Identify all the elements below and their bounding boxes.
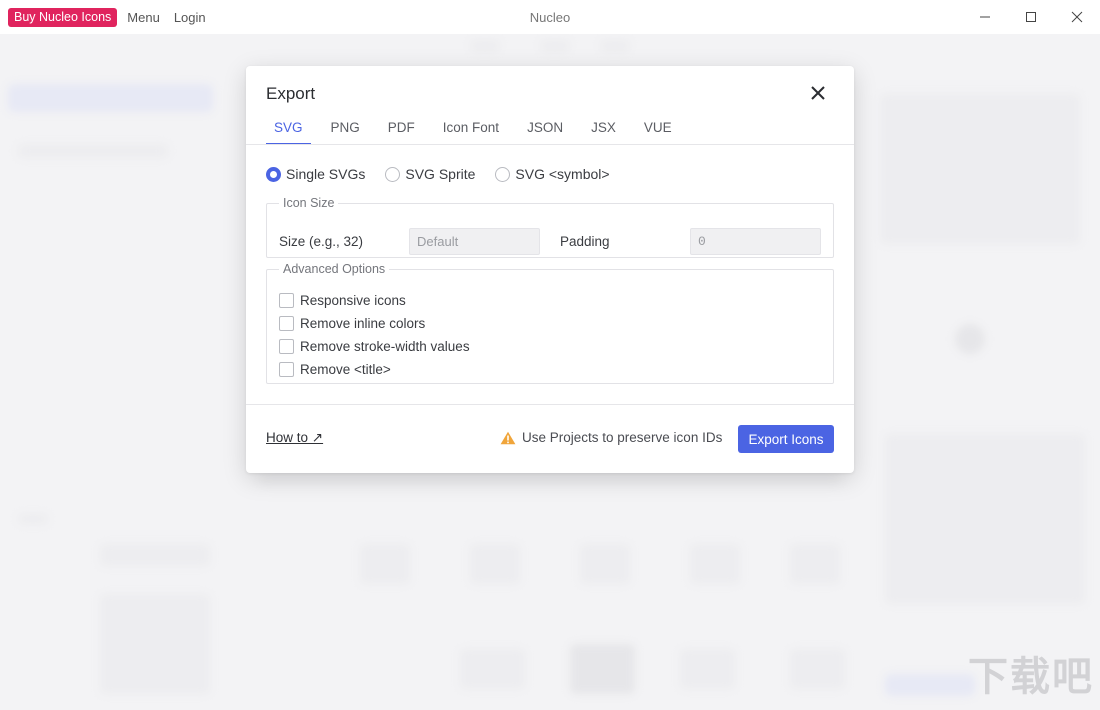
warning-icon bbox=[500, 431, 516, 444]
responsive-icons-label: Responsive icons bbox=[300, 293, 406, 308]
maximize-icon[interactable] bbox=[1008, 0, 1054, 34]
preserve-ids-hint: Use Projects to preserve icon IDs bbox=[500, 430, 722, 445]
tab-vue[interactable]: VUE bbox=[636, 118, 680, 145]
padding-label: Padding bbox=[560, 233, 610, 249]
padding-input[interactable] bbox=[690, 227, 821, 255]
remove-inline-colors-option[interactable]: Remove inline colors bbox=[279, 312, 470, 335]
minimize-icon[interactable] bbox=[962, 0, 1008, 34]
login-link[interactable]: Login bbox=[174, 10, 206, 25]
single-svgs-radio[interactable] bbox=[266, 166, 281, 182]
remove-inline-colors-checkbox[interactable] bbox=[279, 316, 294, 331]
remove-stroke-width-checkbox[interactable] bbox=[279, 339, 294, 354]
advanced-options-group: Advanced Options Responsive icons Remove… bbox=[266, 262, 834, 384]
title-bar: Buy Nucleo Icons Menu Login Nucleo bbox=[0, 0, 1100, 34]
close-dialog-icon[interactable] bbox=[808, 83, 828, 103]
svg-symbol-radio[interactable] bbox=[495, 166, 511, 182]
remove-stroke-width-label: Remove stroke-width values bbox=[300, 339, 470, 354]
single-svgs-label: Single SVGs bbox=[286, 166, 366, 182]
svg-sprite-label: SVG Sprite bbox=[405, 166, 476, 182]
dialog-title: Export bbox=[266, 84, 316, 103]
tab-json[interactable]: JSON bbox=[519, 118, 571, 145]
responsive-icons-option[interactable]: Responsive icons bbox=[279, 289, 470, 312]
export-dialog: Export SVG PNG PDF Icon Font JSON JSX VU… bbox=[246, 66, 854, 473]
format-tabs: SVG PNG PDF Icon Font JSON JSX VUE bbox=[266, 118, 692, 145]
icon-size-group: Icon Size Size (e.g., 32) Padding bbox=[266, 196, 834, 258]
remove-stroke-width-option[interactable]: Remove stroke-width values bbox=[279, 335, 470, 358]
buy-nucleo-button[interactable]: Buy Nucleo Icons bbox=[8, 7, 118, 27]
advanced-options-legend: Advanced Options bbox=[283, 262, 386, 276]
tab-pdf[interactable]: PDF bbox=[380, 118, 423, 145]
tab-svg[interactable]: SVG bbox=[266, 118, 311, 145]
svg-sprite-option[interactable]: SVG Sprite bbox=[385, 166, 475, 182]
footer-divider bbox=[246, 404, 854, 405]
remove-title-checkbox[interactable] bbox=[279, 362, 294, 377]
hint-text: Use Projects to preserve icon IDs bbox=[522, 430, 723, 445]
size-label: Size (e.g., 32) bbox=[279, 233, 364, 249]
close-icon[interactable] bbox=[1054, 0, 1100, 34]
tab-png[interactable]: PNG bbox=[323, 118, 368, 145]
remove-inline-colors-label: Remove inline colors bbox=[300, 316, 426, 331]
svg-format-options: Single SVGs SVG Sprite SVG <symbol> bbox=[266, 166, 630, 182]
single-svgs-option[interactable]: Single SVGs bbox=[266, 166, 365, 182]
responsive-icons-checkbox[interactable] bbox=[279, 293, 294, 308]
size-input[interactable] bbox=[409, 227, 540, 255]
svg-sprite-radio[interactable] bbox=[385, 166, 401, 182]
how-to-link[interactable]: How to ↗ bbox=[266, 430, 323, 446]
svg-symbol-option[interactable]: SVG <symbol> bbox=[495, 166, 610, 182]
svg-symbol-label: SVG <symbol> bbox=[515, 166, 610, 182]
app-title: Nucleo bbox=[529, 9, 571, 25]
menu-link[interactable]: Menu bbox=[127, 10, 160, 25]
tab-icon-font[interactable]: Icon Font bbox=[435, 118, 507, 145]
remove-title-option[interactable]: Remove <title> bbox=[279, 358, 470, 381]
tab-jsx[interactable]: JSX bbox=[583, 118, 624, 145]
tabs-divider bbox=[246, 144, 854, 145]
remove-title-label: Remove <title> bbox=[300, 362, 391, 377]
export-icons-button[interactable]: Export Icons bbox=[738, 425, 834, 453]
watermark: 下载吧 bbox=[968, 654, 1094, 700]
window-controls bbox=[962, 0, 1100, 34]
icon-size-legend: Icon Size bbox=[283, 196, 335, 210]
